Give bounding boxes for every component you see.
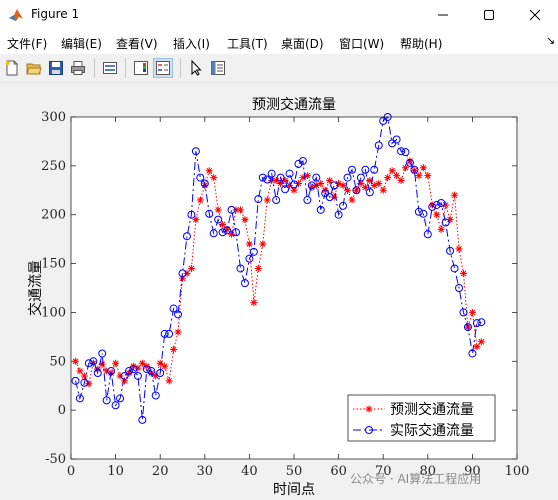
maximize-icon (484, 10, 494, 20)
matlab-app-icon (9, 9, 23, 21)
predicted-point-marker (344, 186, 352, 194)
open-file-icon (26, 63, 42, 75)
predicted-point-marker (384, 174, 392, 182)
link-plot-icon (103, 62, 117, 74)
x-tick-label: 10 (107, 464, 124, 479)
predicted-point-marker (437, 225, 445, 233)
insert-legend-button[interactable] (153, 58, 173, 78)
menu-tools[interactable]: 工具(T) (227, 35, 268, 52)
predicted-point-marker (161, 362, 169, 370)
predicted-point-marker (196, 196, 204, 204)
menu-file[interactable]: 文件(F) (7, 35, 47, 52)
x-tick-label: 100 (505, 464, 530, 479)
save-button[interactable] (46, 58, 66, 78)
legend-icon (156, 61, 170, 75)
predicted-point-marker (254, 264, 262, 272)
predicted-point-marker (187, 264, 195, 272)
predicted-point-marker (433, 211, 441, 219)
window-title-bar: Figure 1 (0, 0, 558, 30)
legend-label: 预测交通流量 (390, 401, 474, 418)
predicted-point-marker (71, 357, 79, 365)
close-button[interactable] (512, 0, 558, 30)
predicted-point-marker (379, 186, 387, 194)
maximize-button[interactable] (466, 0, 512, 30)
menu-desktop[interactable]: 桌面(D) (281, 35, 324, 52)
predicted-point-marker (468, 308, 476, 316)
colorbar-icon (134, 61, 148, 75)
pointer-icon (191, 60, 202, 76)
predicted-point-marker (214, 206, 222, 214)
x-tick-label: 0 (67, 464, 75, 479)
legend-label: 实际交通流量 (390, 422, 474, 439)
predicted-point-marker (228, 230, 236, 238)
print-icon (71, 61, 85, 75)
toolbar-separator (125, 58, 126, 78)
predicted-point-marker (174, 328, 182, 336)
predicted-point-marker (455, 245, 463, 253)
y-tick-label: 100 (41, 305, 66, 320)
predicted-point-marker (165, 377, 173, 385)
x-tick-label: 40 (241, 464, 258, 479)
predicted-point-marker (170, 346, 178, 354)
predicted-point-marker (424, 172, 432, 180)
x-tick-label: 50 (286, 464, 303, 479)
predicted-point-marker (205, 167, 213, 175)
menu-overflow-icon[interactable]: ↘ (546, 34, 555, 47)
y-tick-label: 0 (58, 403, 66, 418)
property-inspector-icon (211, 61, 225, 75)
new-figure-icon (6, 60, 18, 76)
property-inspector-button[interactable] (208, 58, 228, 78)
predicted-point-marker (236, 206, 244, 214)
predicted-point-marker (451, 191, 459, 199)
close-icon (529, 9, 541, 21)
predicted-point-marker (241, 216, 249, 224)
save-icon (49, 61, 63, 75)
predicted-point-marker (263, 196, 271, 204)
predicted-point-marker (112, 359, 120, 367)
predicted-point-marker (442, 201, 450, 209)
figure-canvas: 0 10 20 30 40 50 60 70 80 90 100-50050100150200250… (27, 96, 530, 498)
open-file-button[interactable] (24, 58, 44, 78)
y-tick-label: 200 (41, 208, 66, 223)
minimize-icon (438, 14, 448, 16)
y-axis-label: 交通流量 (27, 260, 44, 316)
predicted-point-marker (397, 177, 405, 185)
y-tick-label: -50 (45, 452, 66, 467)
x-axis-label: 时间点 (273, 482, 315, 498)
insert-colorbar-button[interactable] (131, 58, 151, 78)
x-tick-label: 60 (330, 464, 347, 479)
print-button[interactable] (68, 58, 88, 78)
predicted-point-marker (210, 174, 218, 182)
edit-plot-button[interactable] (186, 58, 206, 78)
predicted-point-marker (375, 179, 383, 187)
watermark-text: 公众号 · AI算法工程应用 (350, 472, 482, 486)
predicted-point-marker (259, 240, 267, 248)
y-tick-label: 250 (41, 159, 66, 174)
toolbar-separator (180, 58, 181, 78)
menu-help[interactable]: 帮助(H) (400, 35, 442, 52)
y-tick-label: 300 (41, 110, 66, 125)
predicted-point-marker (477, 338, 485, 346)
link-plot-button[interactable] (100, 58, 120, 78)
predicted-point-marker (245, 240, 253, 248)
x-tick-label: 30 (197, 464, 214, 479)
menu-window[interactable]: 窗口(W) (339, 35, 384, 52)
x-tick-label: 20 (152, 464, 169, 479)
menu-view[interactable]: 查看(V) (116, 35, 158, 52)
predicted-point-marker (459, 269, 467, 277)
menu-insert[interactable]: 插入(I) (173, 35, 210, 52)
minimize-button[interactable] (420, 0, 466, 30)
legend-marker (365, 405, 373, 413)
y-tick-label: 150 (41, 257, 66, 272)
window-title: Figure 1 (31, 7, 80, 21)
predicted-point-marker (419, 164, 427, 172)
menu-edit[interactable]: 编辑(E) (61, 35, 102, 52)
new-figure-button[interactable] (2, 58, 22, 78)
y-tick-label: 50 (49, 354, 66, 369)
chart-title: 预测交通流量 (252, 96, 336, 113)
predicted-point-marker (348, 196, 356, 204)
predicted-point-marker (250, 299, 258, 307)
toolbar-separator (94, 58, 95, 78)
